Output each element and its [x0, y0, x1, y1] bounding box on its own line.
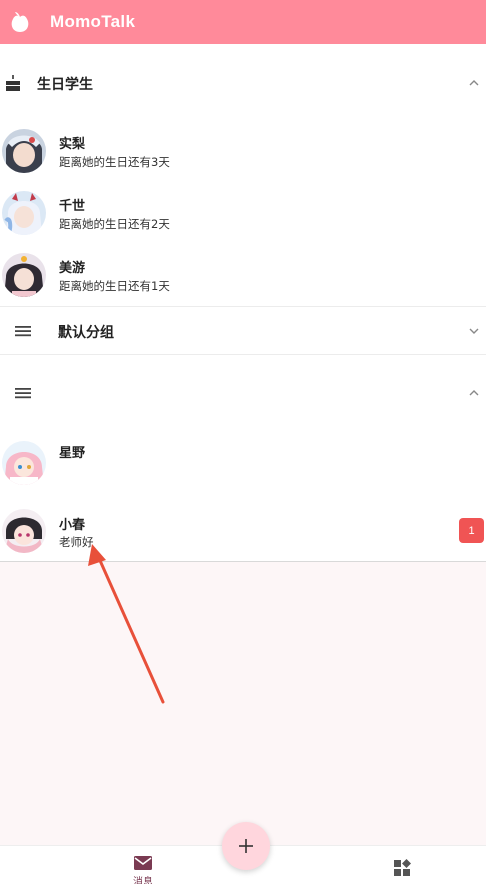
contact-name: 小春: [59, 518, 86, 533]
birthday-section-header[interactable]: 生日学生: [0, 68, 486, 98]
birthday-section-title: 生日学生: [37, 77, 93, 93]
chevron-up-icon[interactable]: [466, 385, 482, 401]
chevron-up-icon[interactable]: [466, 75, 482, 91]
student-row[interactable]: 美游 距离她的生日还有1天: [0, 244, 486, 306]
student-name: 美游: [59, 261, 86, 276]
avatar: [2, 129, 46, 173]
unread-badge: 1: [459, 518, 484, 543]
nav-messages[interactable]: 消息: [113, 846, 173, 884]
last-message: 老师好: [59, 535, 94, 549]
contact-name: 星野: [59, 446, 86, 461]
default-group-header[interactable]: 默认分组: [0, 316, 486, 346]
birthday-countdown: 距离她的生日还有2天: [59, 217, 170, 231]
nav-apps[interactable]: [372, 846, 432, 884]
divider: [0, 306, 486, 307]
student-name: 实梨: [59, 137, 86, 152]
mail-icon: [133, 855, 153, 871]
cake-icon: [4, 74, 22, 92]
app-bar: MomoTalk: [0, 0, 486, 44]
student-name: 千世: [59, 199, 86, 214]
avatar: [2, 441, 46, 485]
peach-logo-icon: [6, 8, 34, 36]
chevron-down-icon[interactable]: [466, 323, 482, 339]
avatar: [2, 509, 46, 553]
chat-group-header[interactable]: [0, 378, 486, 408]
menu-icon: [14, 384, 32, 402]
avatar: [2, 191, 46, 235]
student-row[interactable]: 千世 距离她的生日还有2天: [0, 182, 486, 244]
widgets-icon: [393, 859, 411, 877]
plus-icon: [238, 838, 254, 854]
chat-row[interactable]: 星野: [0, 432, 486, 494]
birthday-countdown: 距离她的生日还有3天: [59, 155, 170, 169]
menu-icon: [14, 322, 32, 340]
birthday-countdown: 距离她的生日还有1天: [59, 279, 170, 293]
nav-messages-label: 消息: [133, 877, 153, 884]
add-button[interactable]: [222, 822, 270, 870]
app-title: MomoTalk: [50, 12, 136, 31]
default-group-title: 默认分组: [58, 325, 114, 341]
student-row[interactable]: 实梨 距离她的生日还有3天: [0, 120, 486, 182]
chat-row[interactable]: 小春 老师好 1: [0, 500, 486, 562]
avatar: [2, 253, 46, 297]
